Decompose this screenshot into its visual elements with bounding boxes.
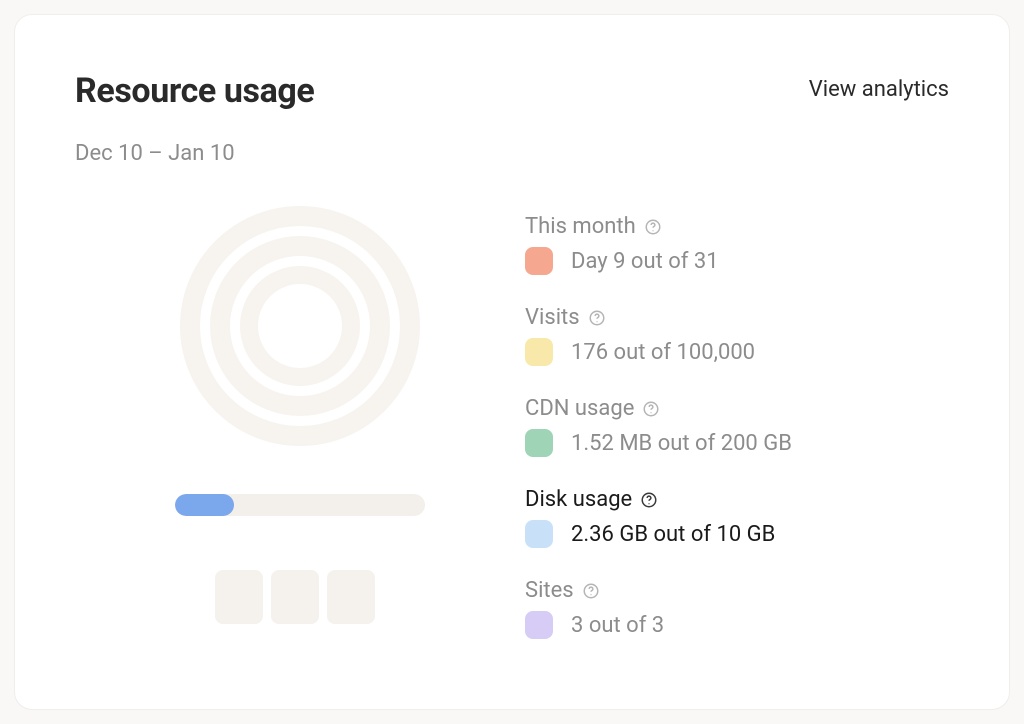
- metric-item-cdn[interactable]: CDN usage 1.52 MB out of 200 GB: [525, 396, 949, 457]
- metric-label-row: This month: [525, 214, 949, 239]
- metric-value: Day 9 out of 31: [571, 249, 719, 274]
- metric-item-visits[interactable]: Visits 176 out of 100,000: [525, 305, 949, 366]
- site-block: [271, 570, 319, 624]
- card-content: This month Day 9 out of 31 Visits: [75, 206, 949, 639]
- metric-label: Visits: [525, 305, 580, 330]
- metric-value-row: 3 out of 3: [525, 611, 949, 639]
- metric-value-row: Day 9 out of 31: [525, 247, 949, 275]
- help-icon[interactable]: [588, 309, 606, 327]
- rings-chart: [180, 206, 420, 446]
- metric-swatch: [525, 520, 553, 548]
- help-icon[interactable]: [642, 400, 660, 418]
- metric-value-row: 2.36 GB out of 10 GB: [525, 520, 949, 548]
- resource-usage-card: Resource usage View analytics Dec 10 – J…: [14, 14, 1010, 710]
- metric-label-row: Sites: [525, 578, 949, 603]
- site-block: [327, 570, 375, 624]
- help-icon[interactable]: [582, 582, 600, 600]
- site-block: [215, 570, 263, 624]
- metric-label-row: Visits: [525, 305, 949, 330]
- metrics-list: This month Day 9 out of 31 Visits: [525, 206, 949, 639]
- metric-label-row: CDN usage: [525, 396, 949, 421]
- metric-item-month[interactable]: This month Day 9 out of 31: [525, 214, 949, 275]
- disk-usage-bar-fill: [175, 494, 234, 516]
- visuals-column: [75, 206, 525, 639]
- metric-value: 1.52 MB out of 200 GB: [571, 431, 792, 456]
- sites-blocks: [215, 570, 375, 624]
- ring-inner: [240, 266, 360, 386]
- metric-item-disk[interactable]: Disk usage 2.36 GB out of 10 GB: [525, 487, 949, 548]
- metric-label: Disk usage: [525, 487, 632, 512]
- card-title: Resource usage: [75, 71, 314, 111]
- metric-value: 3 out of 3: [571, 613, 664, 638]
- metric-value-row: 1.52 MB out of 200 GB: [525, 429, 949, 457]
- help-icon[interactable]: [640, 491, 658, 509]
- view-analytics-link[interactable]: View analytics: [809, 77, 949, 102]
- metric-value-row: 176 out of 100,000: [525, 338, 949, 366]
- metric-value: 176 out of 100,000: [571, 340, 755, 365]
- date-range: Dec 10 – Jan 10: [75, 141, 949, 166]
- metric-swatch: [525, 429, 553, 457]
- metric-swatch: [525, 611, 553, 639]
- metric-value: 2.36 GB out of 10 GB: [571, 522, 775, 547]
- metric-label: Sites: [525, 578, 574, 603]
- metric-swatch: [525, 338, 553, 366]
- metric-label-row: Disk usage: [525, 487, 949, 512]
- card-header: Resource usage View analytics: [75, 71, 949, 111]
- metric-item-sites[interactable]: Sites 3 out of 3: [525, 578, 949, 639]
- metric-swatch: [525, 247, 553, 275]
- help-icon[interactable]: [644, 218, 662, 236]
- disk-usage-bar: [175, 494, 425, 516]
- metric-label: CDN usage: [525, 396, 634, 421]
- metric-label: This month: [525, 214, 636, 239]
